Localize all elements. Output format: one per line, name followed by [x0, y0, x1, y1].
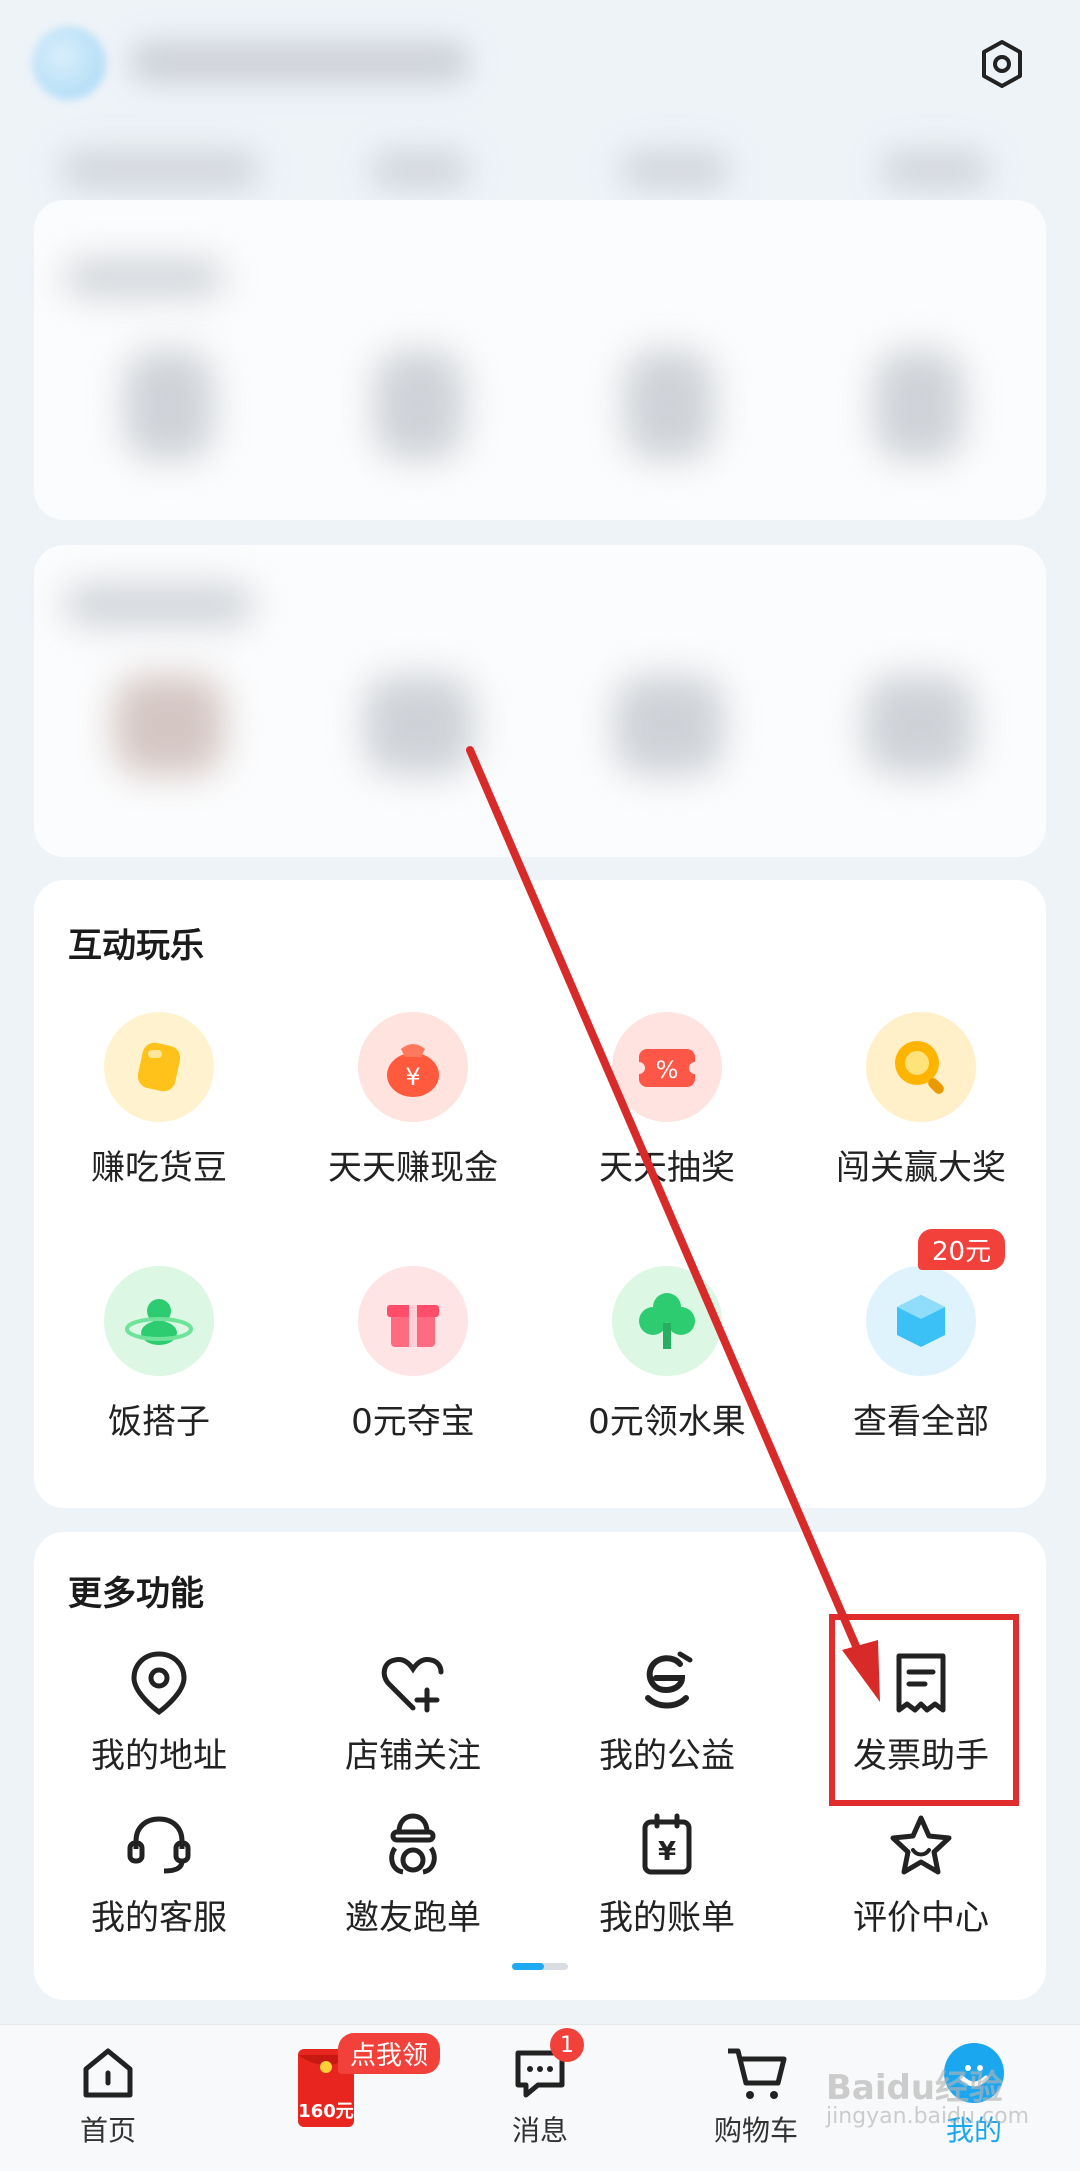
- nav-label: 消息: [511, 2114, 568, 2147]
- cart-icon: [728, 2048, 787, 2099]
- annotation-arrow: [466, 746, 880, 1702]
- nav-home[interactable]: 首页: [28, 2043, 188, 2149]
- nav-label: 购物车: [713, 2114, 798, 2147]
- nav-label: 首页: [79, 2114, 136, 2147]
- message-count-badge: 1: [550, 2028, 584, 2062]
- watermark: Baidu经验: [826, 2068, 1004, 2108]
- watermark-url: jingyan.baidu.com: [826, 2104, 1030, 2129]
- nav-cart[interactable]: 购物车: [676, 2043, 836, 2149]
- home-icon: [83, 2048, 133, 2098]
- envelope-amount: 160元: [298, 2101, 354, 2122]
- promo-badge: 点我领: [338, 2033, 441, 2074]
- nav-messages[interactable]: 消息: [460, 2043, 620, 2149]
